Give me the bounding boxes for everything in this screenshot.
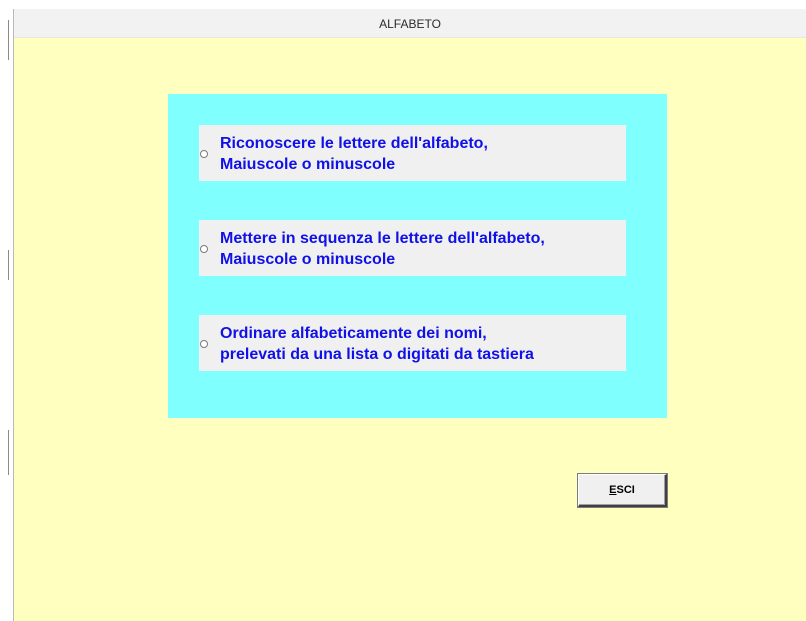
edge-line (8, 250, 9, 280)
background-window-edge (0, 0, 13, 621)
option-label-line1: Riconoscere le lettere dell'alfabeto, (220, 135, 488, 152)
option-label-line2: Maiuscole o minuscole (220, 156, 396, 173)
app-window: ALFABETO Riconoscere le lettere dell'alf… (13, 9, 806, 621)
title-bar[interactable]: ALFABETO (14, 9, 806, 38)
radio-button-icon[interactable] (200, 340, 208, 348)
option-label[interactable]: Mettere in sequenza le lettere dell'alfa… (220, 228, 545, 270)
option-label[interactable]: Riconoscere le lettere dell'alfabeto, Ma… (220, 133, 488, 175)
exit-button-mnemonic: E (609, 484, 617, 496)
option-sequenza-lettere[interactable]: Mettere in sequenza le lettere dell'alfa… (199, 220, 626, 276)
client-area: Riconoscere le lettere dell'alfabeto, Ma… (14, 38, 806, 621)
radio-button-icon[interactable] (200, 150, 208, 158)
option-label[interactable]: Ordinare alfabeticamente dei nomi, prele… (220, 323, 534, 365)
radio-button-icon[interactable] (200, 245, 208, 253)
window-title: ALFABETO (379, 17, 441, 31)
option-riconoscere-lettere[interactable]: Riconoscere le lettere dell'alfabeto, Ma… (199, 125, 626, 181)
option-label-line2: Maiuscole o minuscole (220, 251, 396, 268)
options-panel: Riconoscere le lettere dell'alfabeto, Ma… (168, 94, 667, 418)
edge-line (8, 430, 9, 475)
exit-button-label: ESCI (579, 484, 665, 496)
option-label-line1: Mettere in sequenza le lettere dell'alfa… (220, 230, 545, 247)
option-label-line1: Ordinare alfabeticamente dei nomi, (220, 325, 487, 342)
exit-button[interactable]: ESCI (578, 474, 667, 507)
edge-line (8, 20, 9, 60)
exit-button-label-rest: SCI (616, 484, 635, 496)
option-label-line2: prelevati da una lista o digitati da tas… (220, 346, 534, 363)
option-ordinare-nomi[interactable]: Ordinare alfabeticamente dei nomi, prele… (199, 315, 626, 371)
